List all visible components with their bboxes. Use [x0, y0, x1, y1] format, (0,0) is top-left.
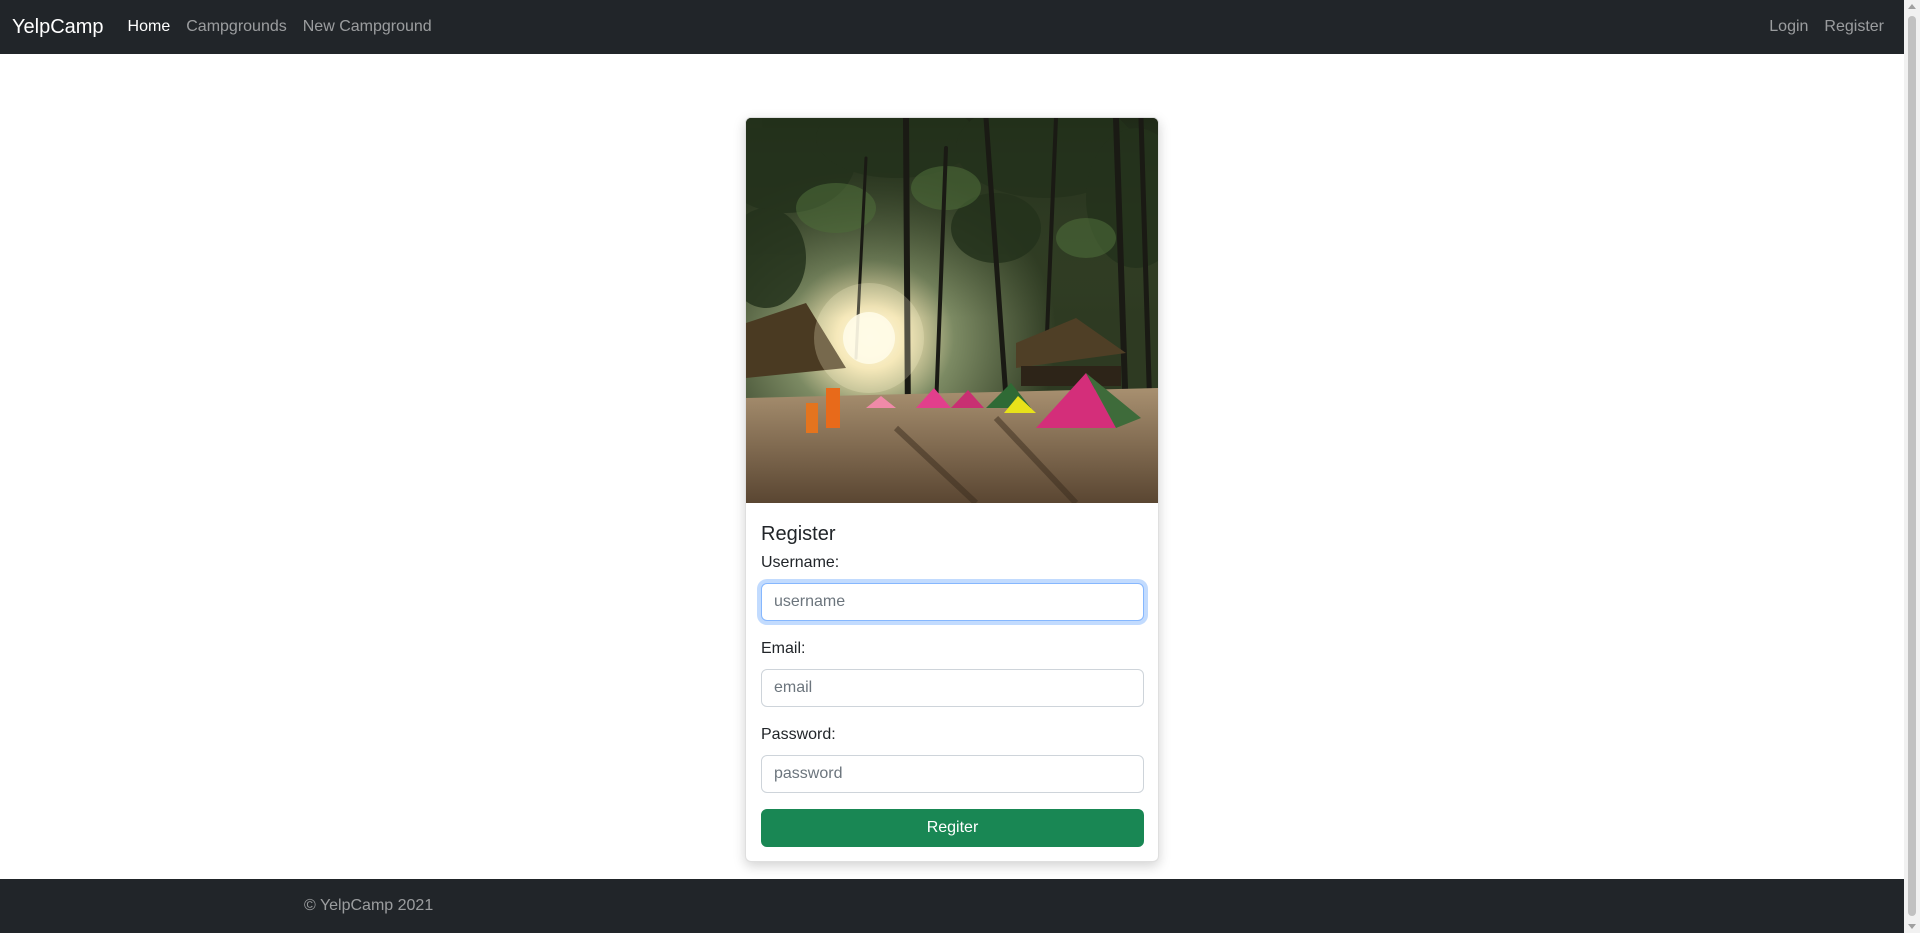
email-label: Email:	[761, 640, 806, 657]
nav-link-login[interactable]: Login	[1769, 18, 1808, 36]
footer-copyright: © YelpCamp 2021	[304, 897, 434, 914]
navbar: YelpCamp Home Campgrounds New Campground…	[0, 0, 1904, 54]
register-card: Register Username: Email: Password: Regi…	[745, 117, 1159, 862]
register-form: Register Username: Email: Password: Regi…	[746, 503, 1158, 847]
register-button[interactable]: Regiter	[761, 809, 1144, 847]
username-group: Username:	[761, 551, 1144, 621]
email-group: Email:	[761, 637, 1144, 707]
scroll-up-arrow-icon[interactable]	[1908, 4, 1916, 9]
form-title: Register	[761, 523, 836, 545]
username-input[interactable]	[761, 583, 1144, 621]
brand-logo[interactable]: YelpCamp	[12, 16, 104, 39]
nav-link-register[interactable]: Register	[1824, 18, 1884, 36]
email-input[interactable]	[761, 669, 1144, 707]
password-group: Password:	[761, 723, 1144, 793]
footer: © YelpCamp 2021	[0, 879, 1904, 933]
nav-link-campgrounds[interactable]: Campgrounds	[186, 18, 287, 36]
scroll-thumb[interactable]	[1908, 16, 1916, 916]
nav-link-new-campground[interactable]: New Campground	[303, 18, 432, 36]
username-label: Username:	[761, 554, 840, 571]
password-label: Password:	[761, 726, 836, 743]
nav-left-links: Home Campgrounds New Campground	[128, 18, 448, 36]
password-input[interactable]	[761, 755, 1144, 793]
nav-right-links: Login Register	[1769, 18, 1900, 36]
nav-link-home[interactable]: Home	[128, 18, 171, 36]
page-scrollbar[interactable]	[1904, 0, 1920, 933]
scroll-down-arrow-icon[interactable]	[1908, 924, 1916, 929]
campground-image	[746, 118, 1158, 503]
